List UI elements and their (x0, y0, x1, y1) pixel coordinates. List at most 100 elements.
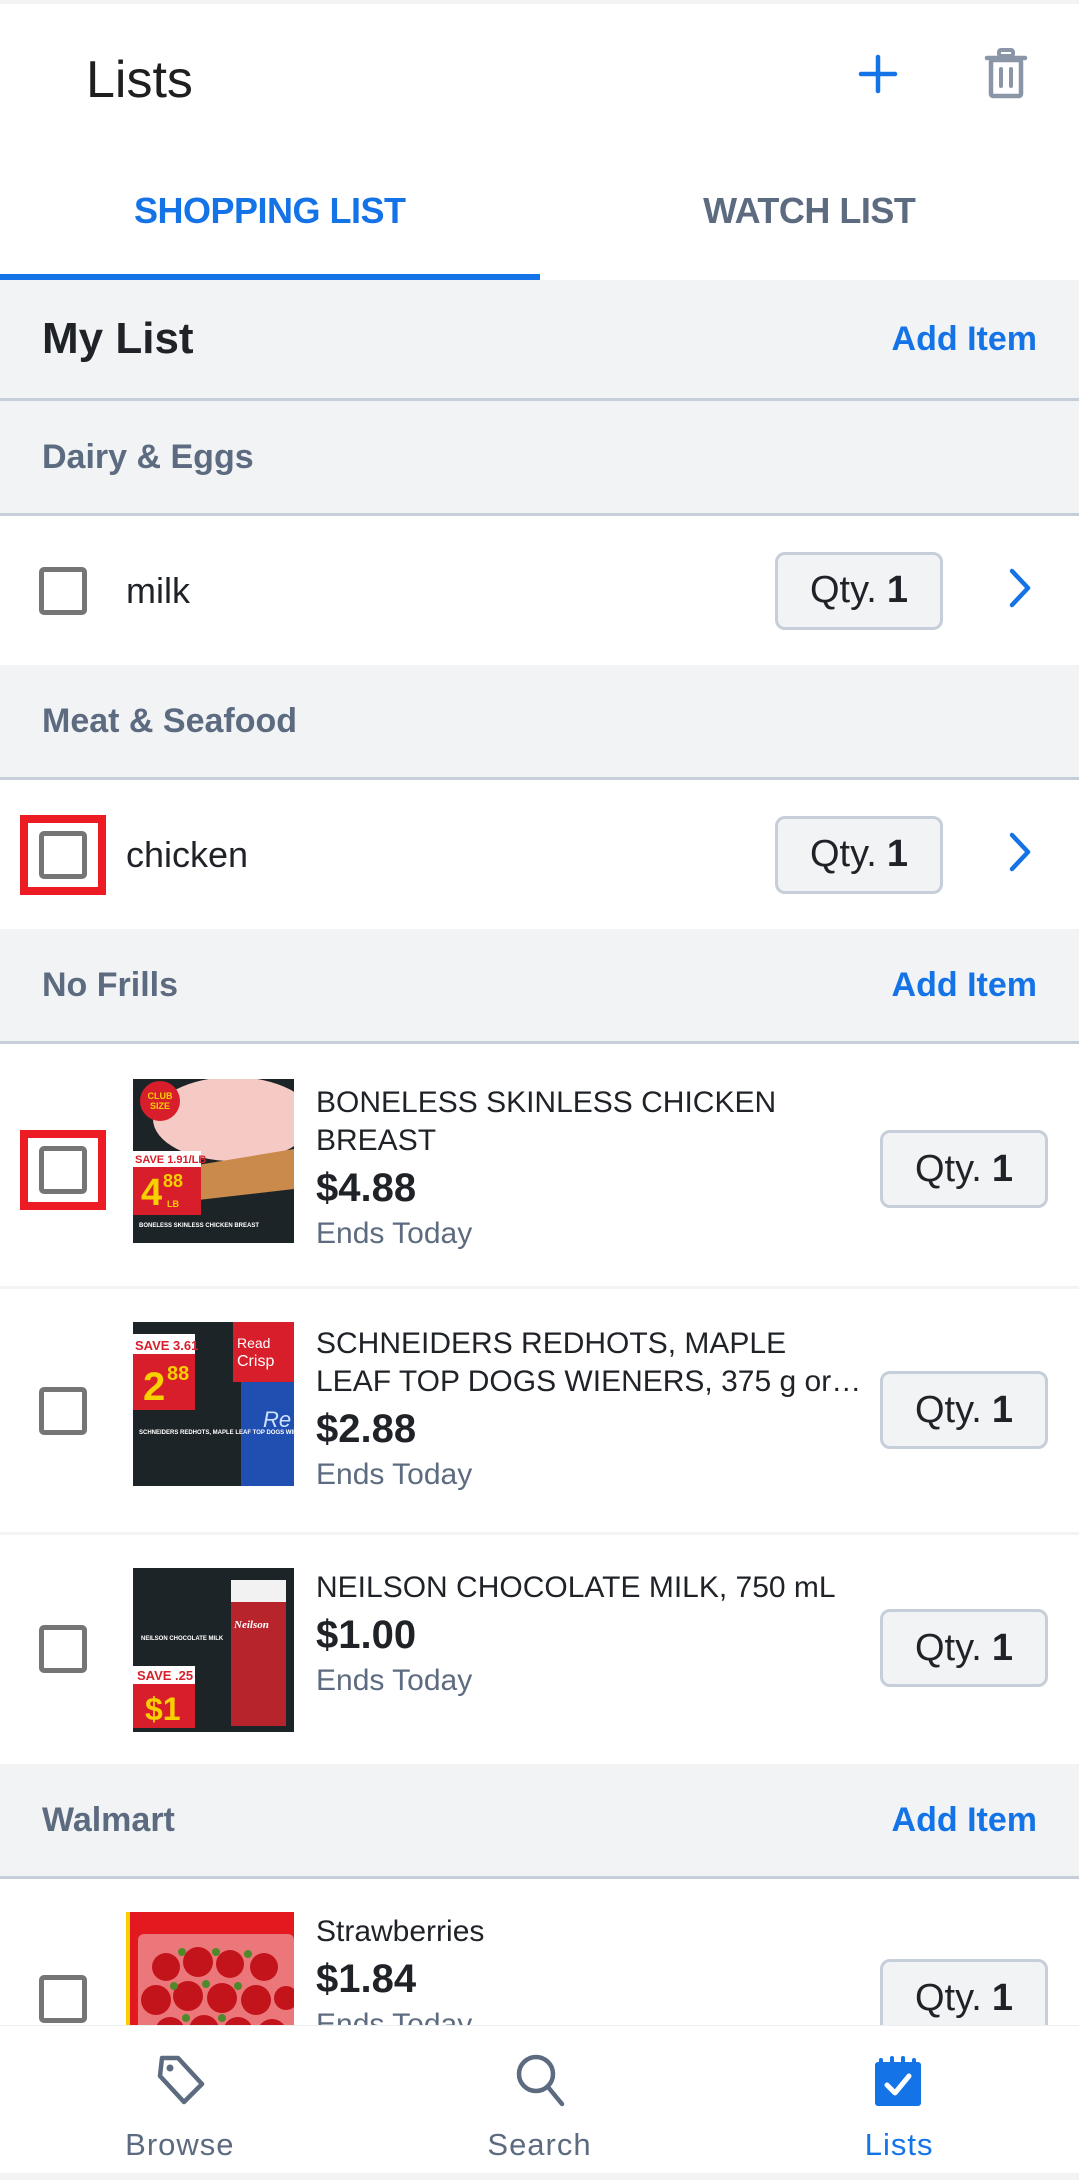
product-image: Neilson NEILSON CHOCOLATE MILK SAVE .25 … (133, 1568, 294, 1732)
deal-status: Ends Today (316, 1217, 473, 1250)
quantity-button[interactable]: Qty. 1 (880, 1609, 1048, 1687)
svg-text:SCHNEIDERS REDHOTS, MAPLE LEAF: SCHNEIDERS REDHOTS, MAPLE LEAF TOP DOGS … (139, 1430, 294, 1436)
store-title: Walmart (42, 1800, 175, 1839)
nav-browse[interactable]: Browse (0, 2026, 360, 2173)
tab-shopping-list[interactable]: SHOPPING LIST (0, 160, 540, 280)
category-header-dairy-eggs: Dairy & Eggs (0, 401, 1079, 516)
qty-value: 1 (991, 1388, 1013, 1431)
tab-bar: SHOPPING LIST WATCH LIST (0, 160, 1079, 280)
item-checkbox[interactable] (39, 1975, 87, 2023)
delete-list-button[interactable] (974, 44, 1038, 108)
svg-text:CLUB: CLUB (148, 1091, 173, 1101)
category-title: Meat & Seafood (42, 701, 298, 740)
product-info[interactable]: BONELESS SKINLESS CHICKEN BREAST $4.88 E… (316, 1084, 864, 1254)
svg-text:Read: Read (237, 1335, 270, 1351)
qty-label: Qty. (915, 1147, 982, 1190)
product-name: SCHNEIDERS REDHOTS, MAPLE LEAF TOP DOGS … (316, 1327, 832, 1398)
nav-lists[interactable]: Lists (719, 2026, 1079, 2173)
product-name: NEILSON CHOCOLATE MILK, 750 mL (316, 1571, 836, 1604)
qty-label: Qty. (915, 1388, 982, 1431)
list-content[interactable]: My List Add Item Dairy & Eggs milk Qty. … (0, 280, 1079, 2025)
trash-icon (984, 47, 1028, 105)
item-checkbox[interactable] (39, 830, 87, 879)
quantity-button[interactable]: Qty. 1 (880, 1130, 1048, 1208)
checkbox-wrapper (20, 551, 106, 631)
nav-search[interactable]: Search (360, 2026, 720, 2173)
category-title: Dairy & Eggs (42, 437, 254, 476)
qty-label: Qty. (810, 569, 877, 611)
svg-text:$1: $1 (145, 1691, 181, 1727)
nav-label: Lists (864, 2127, 934, 2162)
deal-status: Ends Today (316, 1458, 473, 1491)
svg-text:4: 4 (141, 1172, 162, 1214)
svg-text:NEILSON CHOCOLATE MILK: NEILSON CHOCOLATE MILK (141, 1636, 224, 1642)
chevron-right-icon (1008, 567, 1032, 614)
add-item-button[interactable]: Add Item (892, 1801, 1037, 1840)
item-checkbox[interactable] (39, 1625, 87, 1673)
item-name: milk (126, 569, 190, 611)
product-price: $1.00 (316, 1613, 417, 1657)
qty-value: 1 (991, 1147, 1013, 1190)
qty-label: Qty. (915, 1976, 982, 2019)
store-header-no-frills: No Frills Add Item (0, 929, 1079, 1044)
product-image: CLUB SIZE SAVE 1.91/LB 4 88 LB BONELESS … (133, 1079, 294, 1243)
svg-text:SIZE: SIZE (150, 1101, 170, 1111)
add-list-button[interactable] (846, 44, 910, 108)
checklist-icon (871, 2052, 927, 2113)
checkbox-wrapper (20, 1130, 106, 1210)
item-checkbox[interactable] (39, 1146, 87, 1194)
product-item: Read Crisp Re SAVE 3.61 2 88 SCHNEIDERS … (0, 1289, 1079, 1535)
add-item-button[interactable]: Add Item (892, 320, 1037, 359)
system-nav-strip (0, 2173, 1079, 2180)
item-checkbox[interactable] (39, 1387, 87, 1435)
save-badge-text: SAVE 3.61 (135, 1338, 198, 1353)
checkbox-wrapper (20, 1959, 106, 2025)
product-name: BONELESS SKINLESS CHICKEN BREAST (316, 1086, 777, 1157)
product-info[interactable]: Strawberries $1.84 Ends Today (316, 1913, 864, 2025)
product-item: Neilson NEILSON CHOCOLATE MILK SAVE .25 … (0, 1535, 1079, 1764)
product-image (126, 1912, 294, 2025)
product-price: $1.84 (316, 1957, 417, 2001)
item-details-button[interactable] (998, 561, 1042, 621)
qty-label: Qty. (810, 833, 877, 875)
qty-label: Qty. (915, 1626, 982, 1669)
item-details-button[interactable] (998, 825, 1042, 885)
item-name: chicken (126, 833, 249, 875)
tab-watch-list[interactable]: WATCH LIST (540, 160, 1079, 280)
qty-value: 1 (991, 1626, 1013, 1669)
deal-status: Ends Today (316, 2008, 473, 2025)
svg-text:2: 2 (143, 1365, 165, 1409)
svg-text:Re: Re (263, 1407, 291, 1432)
checkbox-wrapper (20, 1609, 106, 1689)
svg-text:Neilson: Neilson (233, 1619, 269, 1631)
deal-status: Ends Today (316, 1664, 473, 1697)
category-header-meat-seafood: Meat & Seafood (0, 665, 1079, 780)
item-checkbox[interactable] (39, 566, 87, 615)
quantity-button[interactable]: Qty. 1 (880, 1371, 1048, 1449)
list-item: milk Qty. 1 (0, 516, 1079, 665)
svg-text:Crisp: Crisp (237, 1353, 274, 1370)
qty-value: 1 (886, 569, 908, 611)
plus-icon (858, 54, 898, 99)
product-info[interactable]: NEILSON CHOCOLATE MILK, 750 mL $1.00 End… (316, 1569, 864, 1701)
save-badge-text: SAVE .25 (137, 1668, 193, 1683)
quantity-button[interactable]: Qty. 1 (775, 815, 943, 894)
quantity-button[interactable]: Qty. 1 (775, 551, 943, 630)
product-price: $2.88 (316, 1407, 417, 1451)
save-badge-text: SAVE 1.91/LB (135, 1154, 206, 1166)
product-item: CLUB SIZE SAVE 1.91/LB 4 88 LB BONELESS … (0, 1044, 1079, 1289)
my-list-title: My List (42, 314, 194, 363)
list-item: chicken Qty. 1 (0, 780, 1079, 929)
quantity-button[interactable]: Qty. 1 (880, 1959, 1048, 2025)
chevron-right-icon (1008, 831, 1032, 878)
product-info[interactable]: SCHNEIDERS REDHOTS, MAPLE LEAF TOP DOGS … (316, 1325, 864, 1495)
add-item-button[interactable]: Add Item (892, 966, 1037, 1005)
search-icon (512, 2052, 568, 2113)
product-name: Strawberries (316, 1915, 485, 1948)
checkbox-wrapper (20, 814, 106, 895)
nav-label: Search (487, 2127, 592, 2162)
app-header: Lists (0, 4, 1079, 160)
checkbox-wrapper (20, 1371, 106, 1451)
product-item: Strawberries $1.84 Ends Today Qty. 1 (0, 1879, 1079, 2025)
page-title: Lists (86, 51, 193, 109)
